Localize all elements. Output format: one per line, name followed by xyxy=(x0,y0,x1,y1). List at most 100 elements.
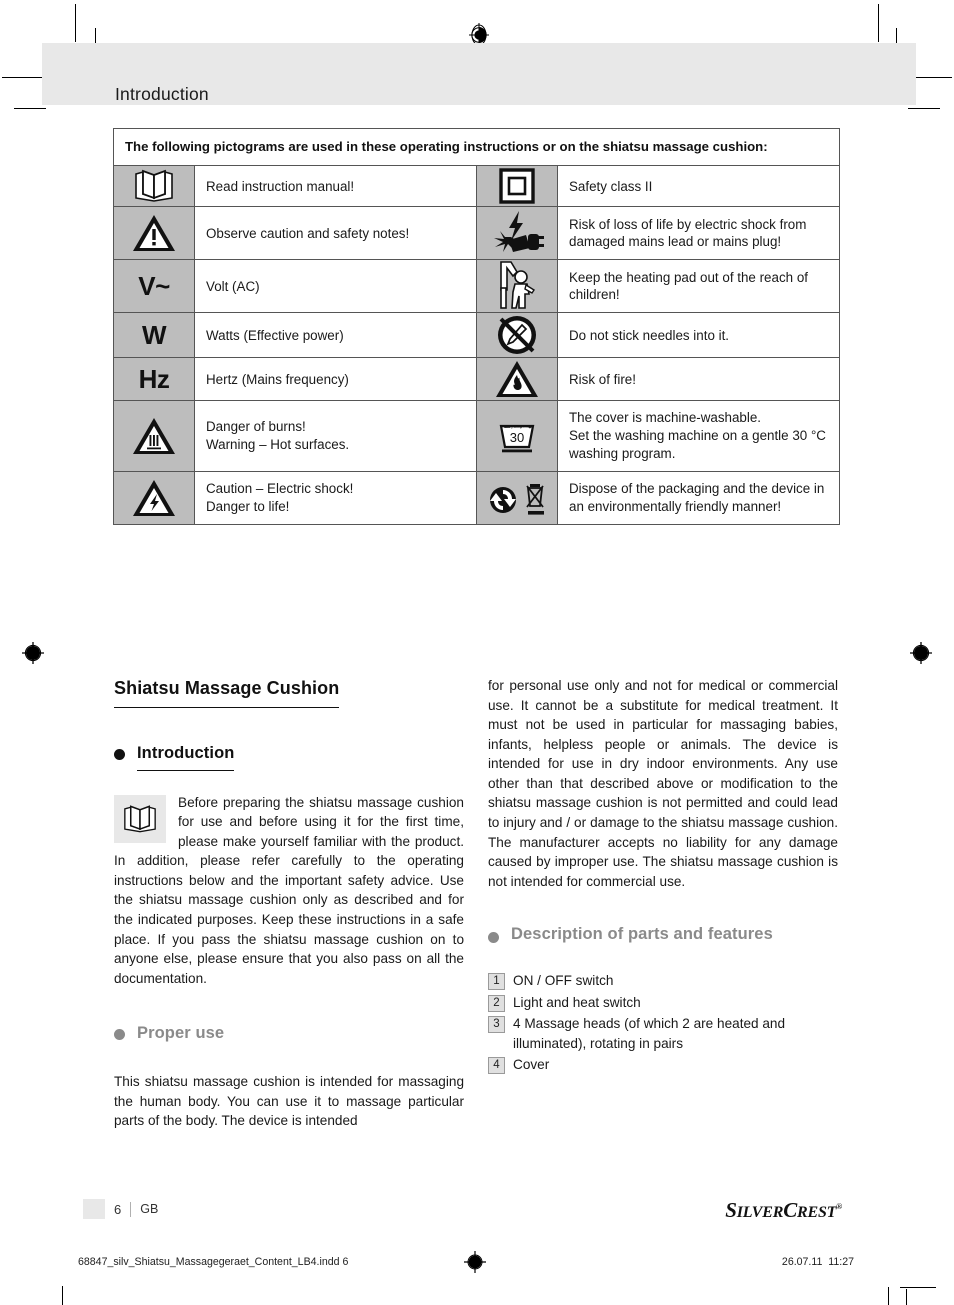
pictogram-label: Dispose of the packaging and the device … xyxy=(569,480,825,514)
table-row: Read instruction manual! Safety class II xyxy=(114,166,839,208)
list-item: 2 Light and heat switch xyxy=(488,993,838,1013)
registration-mark-right xyxy=(908,640,934,666)
section-title: Proper use xyxy=(137,1024,225,1043)
no-needles-icon xyxy=(477,313,558,358)
crop-mark-top-right-h xyxy=(910,77,952,78)
list-item: 1 ON / OFF switch xyxy=(488,971,838,991)
crop-mark-bottom-right-v xyxy=(906,1289,907,1305)
body-column-right: for personal use only and not for medica… xyxy=(488,676,838,1077)
print-filename: 68847_silv_Shiatsu_Massagegeraet_Content… xyxy=(78,1256,349,1268)
pictogram-cell: Hz Hertz (Mains frequency) xyxy=(114,358,477,401)
pictogram-table: The following pictograms are used in the… xyxy=(113,128,840,525)
pictogram-cell: 30 The cover is machine-washable. Set th… xyxy=(477,401,839,471)
brand-rest: REST xyxy=(797,1204,837,1221)
pictogram-cell: Dispose of the packaging and the device … xyxy=(477,471,839,524)
table-row: V~ Volt (AC) Keep the heating pad out of… xyxy=(114,260,839,314)
crop-mark-bottom-right-h2 xyxy=(900,1287,936,1288)
registration-mark-left xyxy=(20,640,46,666)
pictogram-cell: Read instruction manual! xyxy=(114,166,477,207)
proper-use-paragraph-left: This shiatsu massage cushion is intended… xyxy=(114,1074,464,1129)
part-number-badge: 4 xyxy=(488,1057,505,1075)
pictogram-cell: Risk of fire! xyxy=(477,358,839,401)
part-label: ON / OFF switch xyxy=(513,972,614,988)
pictogram-cell: Safety class II xyxy=(477,166,839,207)
list-item: 4 Cover xyxy=(488,1055,838,1075)
introduction-text: Before preparing the shiatsu massage cus… xyxy=(114,794,464,986)
pictogram-text: Hertz (Mains frequency) xyxy=(195,358,476,400)
page-number: 6 xyxy=(114,1201,122,1217)
crop-mark-top-left-h xyxy=(2,77,44,78)
open-book-icon xyxy=(114,166,195,207)
crop-mark-top-right-h2 xyxy=(908,108,940,109)
pictogram-text: Dispose of the packaging and the device … xyxy=(558,472,839,524)
pictogram-text: Watts (Effective power) xyxy=(195,313,476,357)
section-heading-introduction: Introduction xyxy=(114,742,464,771)
electric-shock-plug-icon xyxy=(477,207,558,260)
pictogram-label: Safety class II xyxy=(569,178,653,194)
bullet-icon xyxy=(488,932,499,944)
pictogram-table-caption: The following pictograms are used in the… xyxy=(114,129,839,167)
pictogram-label: The cover is machine-washable. Set the w… xyxy=(569,410,826,462)
watt-symbol-label: W xyxy=(141,319,167,350)
bullet-icon xyxy=(114,1029,125,1041)
language-code: GB xyxy=(140,1202,159,1216)
bullet-icon xyxy=(114,748,125,760)
svg-text:30: 30 xyxy=(510,430,524,445)
volt-symbol-label: V~ xyxy=(138,270,170,301)
pictogram-cell: V~ Volt (AC) xyxy=(114,260,477,313)
document-page: Introduction The following pictograms ar… xyxy=(0,0,954,1305)
pictogram-text: Do not stick needles into it. xyxy=(558,313,839,357)
pictogram-text: Safety class II xyxy=(558,166,839,206)
part-label: 4 Massage heads (of which 2 are heated a… xyxy=(513,1016,786,1051)
part-number-badge: 1 xyxy=(488,972,505,990)
part-label: Light and heat switch xyxy=(513,994,641,1010)
pictogram-cell: Danger of burns! Warning – Hot surfaces. xyxy=(114,401,477,471)
parts-list: 1 ON / OFF switch 2 Light and heat switc… xyxy=(488,971,838,1075)
pictogram-cell: Risk of loss of life by electric shock f… xyxy=(477,207,839,260)
pictogram-cell: Do not stick needles into it. xyxy=(477,313,839,358)
print-time: 11:27 xyxy=(828,1256,854,1268)
pictogram-text: Observe caution and safety notes! xyxy=(195,207,476,259)
introduction-paragraph: Before preparing the shiatsu massage cus… xyxy=(114,793,464,989)
volt-symbol: V~ xyxy=(114,260,195,313)
table-row: Caution – Electric shock! Danger to life… xyxy=(114,471,839,524)
pictogram-label: Risk of fire! xyxy=(569,371,636,387)
running-head-title: Introduction xyxy=(115,84,209,104)
warning-triangle-icon xyxy=(114,207,195,260)
table-row: Hz Hertz (Mains frequency) Risk of fire! xyxy=(114,358,839,402)
pictogram-label: Read instruction manual! xyxy=(206,178,355,194)
pictogram-label: Risk of loss of life by electric shock f… xyxy=(569,216,807,250)
pictogram-text: Volt (AC) xyxy=(195,260,476,312)
section-heading-description-of-parts: Description of parts and features xyxy=(488,925,838,949)
section-heading-proper-use: Proper use xyxy=(114,1022,464,1050)
keep-away-from-children-icon xyxy=(477,260,558,313)
pictogram-text: Risk of loss of life by electric shock f… xyxy=(558,207,839,259)
silvercrest-logo: SILVERCREST® xyxy=(725,1198,842,1223)
pictogram-label: Caution – Electric shock! Danger to life… xyxy=(206,480,354,514)
crop-mark-bottom-left xyxy=(62,1286,63,1305)
recycle-disposal-icon xyxy=(477,471,558,524)
open-book-icon xyxy=(114,794,166,843)
brand-c: C xyxy=(783,1198,797,1222)
pictogram-text: Danger of burns! Warning – Hot surfaces. xyxy=(195,401,476,470)
page-title: Shiatsu Massage Cushion xyxy=(114,676,340,708)
pictogram-text: Risk of fire! xyxy=(558,358,839,400)
part-number-badge: 3 xyxy=(488,1016,505,1034)
hot-surface-triangle-icon xyxy=(114,401,195,471)
crop-mark-bottom-right-h xyxy=(888,1287,889,1305)
crop-mark-top-left-h2 xyxy=(14,108,46,109)
electric-shock-triangle-icon xyxy=(114,471,195,524)
proper-use-paragraph-right: for personal use only and not for medica… xyxy=(488,678,838,889)
registration-mark-bottom xyxy=(463,1250,487,1274)
footer-block-decoration xyxy=(83,1199,105,1219)
pictogram-label: Volt (AC) xyxy=(206,278,260,294)
page-footer: 6 GB xyxy=(83,1199,158,1219)
part-number-badge: 2 xyxy=(488,994,505,1012)
pictogram-label: Observe caution and safety notes! xyxy=(206,225,410,241)
print-date: 26.07.11 xyxy=(781,1256,823,1268)
registered-mark: ® xyxy=(836,1202,842,1211)
watt-symbol: W xyxy=(114,313,195,358)
safety-class-ii-icon xyxy=(477,166,558,207)
section-title: Introduction xyxy=(137,742,235,771)
brand-s: S xyxy=(725,1198,737,1222)
